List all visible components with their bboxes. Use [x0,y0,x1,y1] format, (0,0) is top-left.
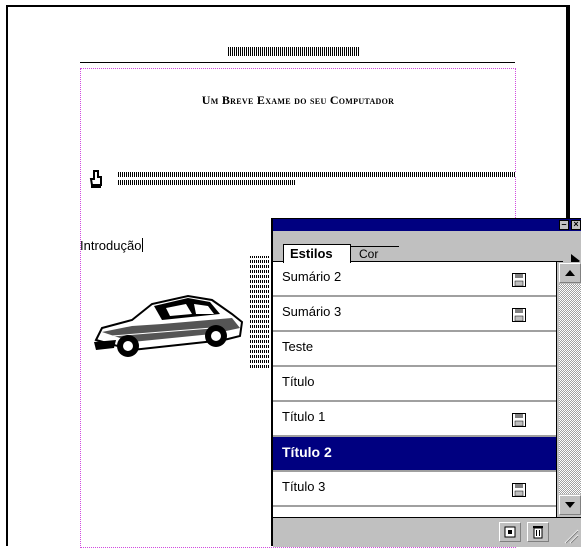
style-name: Título 3 [282,479,326,494]
greeked-text-line-1 [118,172,516,177]
tab-cor[interactable]: Cor [349,246,399,262]
new-style-icon[interactable] [499,522,521,542]
style-name: Sumário 3 [282,304,342,319]
tab-estilos[interactable]: Estilos [283,244,351,263]
styles-palette: – × Estilos Cor Sumário 2 Sumário 3 Test… [271,218,581,547]
text-caret [142,238,144,252]
list-item[interactable]: Sumário 2 [273,262,556,297]
list-item[interactable]: Título 1 [273,402,556,437]
style-name: Título 1 [282,409,326,424]
document-title: Um Breve Exame do seu Computador [201,93,395,107]
list-item[interactable]: Título [273,367,556,402]
scroll-track[interactable] [559,284,581,494]
list-item[interactable]: Sumário 3 [273,297,556,332]
list-item[interactable]: Teste [273,332,556,367]
intro-heading[interactable]: Introdução [80,238,144,253]
pointing-hand-icon [89,170,102,188]
save-icon [512,308,526,322]
style-name: Sumário 2 [282,269,342,284]
trash-icon[interactable] [527,522,549,542]
greeked-text-line-2 [118,180,296,185]
list-item-selected[interactable]: Título 2 [273,437,556,472]
arrow-down-icon[interactable] [559,495,581,515]
tab-bar: Estilos Cor [273,231,581,268]
save-icon [512,413,526,427]
header-rule [80,62,515,63]
minimize-icon[interactable]: – [559,220,569,230]
running-header [228,47,360,56]
style-name: Título 2 [282,444,332,460]
save-icon [512,273,526,287]
resize-grip-icon[interactable] [561,526,579,544]
vertical-scrollbar[interactable] [556,262,581,517]
styles-list: Sumário 2 Sumário 3 Teste Título Título … [273,262,556,517]
arrow-up-icon[interactable] [559,263,581,283]
style-name: Título [282,374,315,389]
save-icon [512,483,526,497]
close-icon[interactable]: × [571,220,581,230]
greeked-text-column [250,256,270,368]
style-name: Teste [282,339,314,354]
car-image [94,294,244,357]
palette-titlebar[interactable]: – × [273,219,581,231]
palette-footer [273,517,581,547]
list-item[interactable]: Título 3 [273,472,556,507]
